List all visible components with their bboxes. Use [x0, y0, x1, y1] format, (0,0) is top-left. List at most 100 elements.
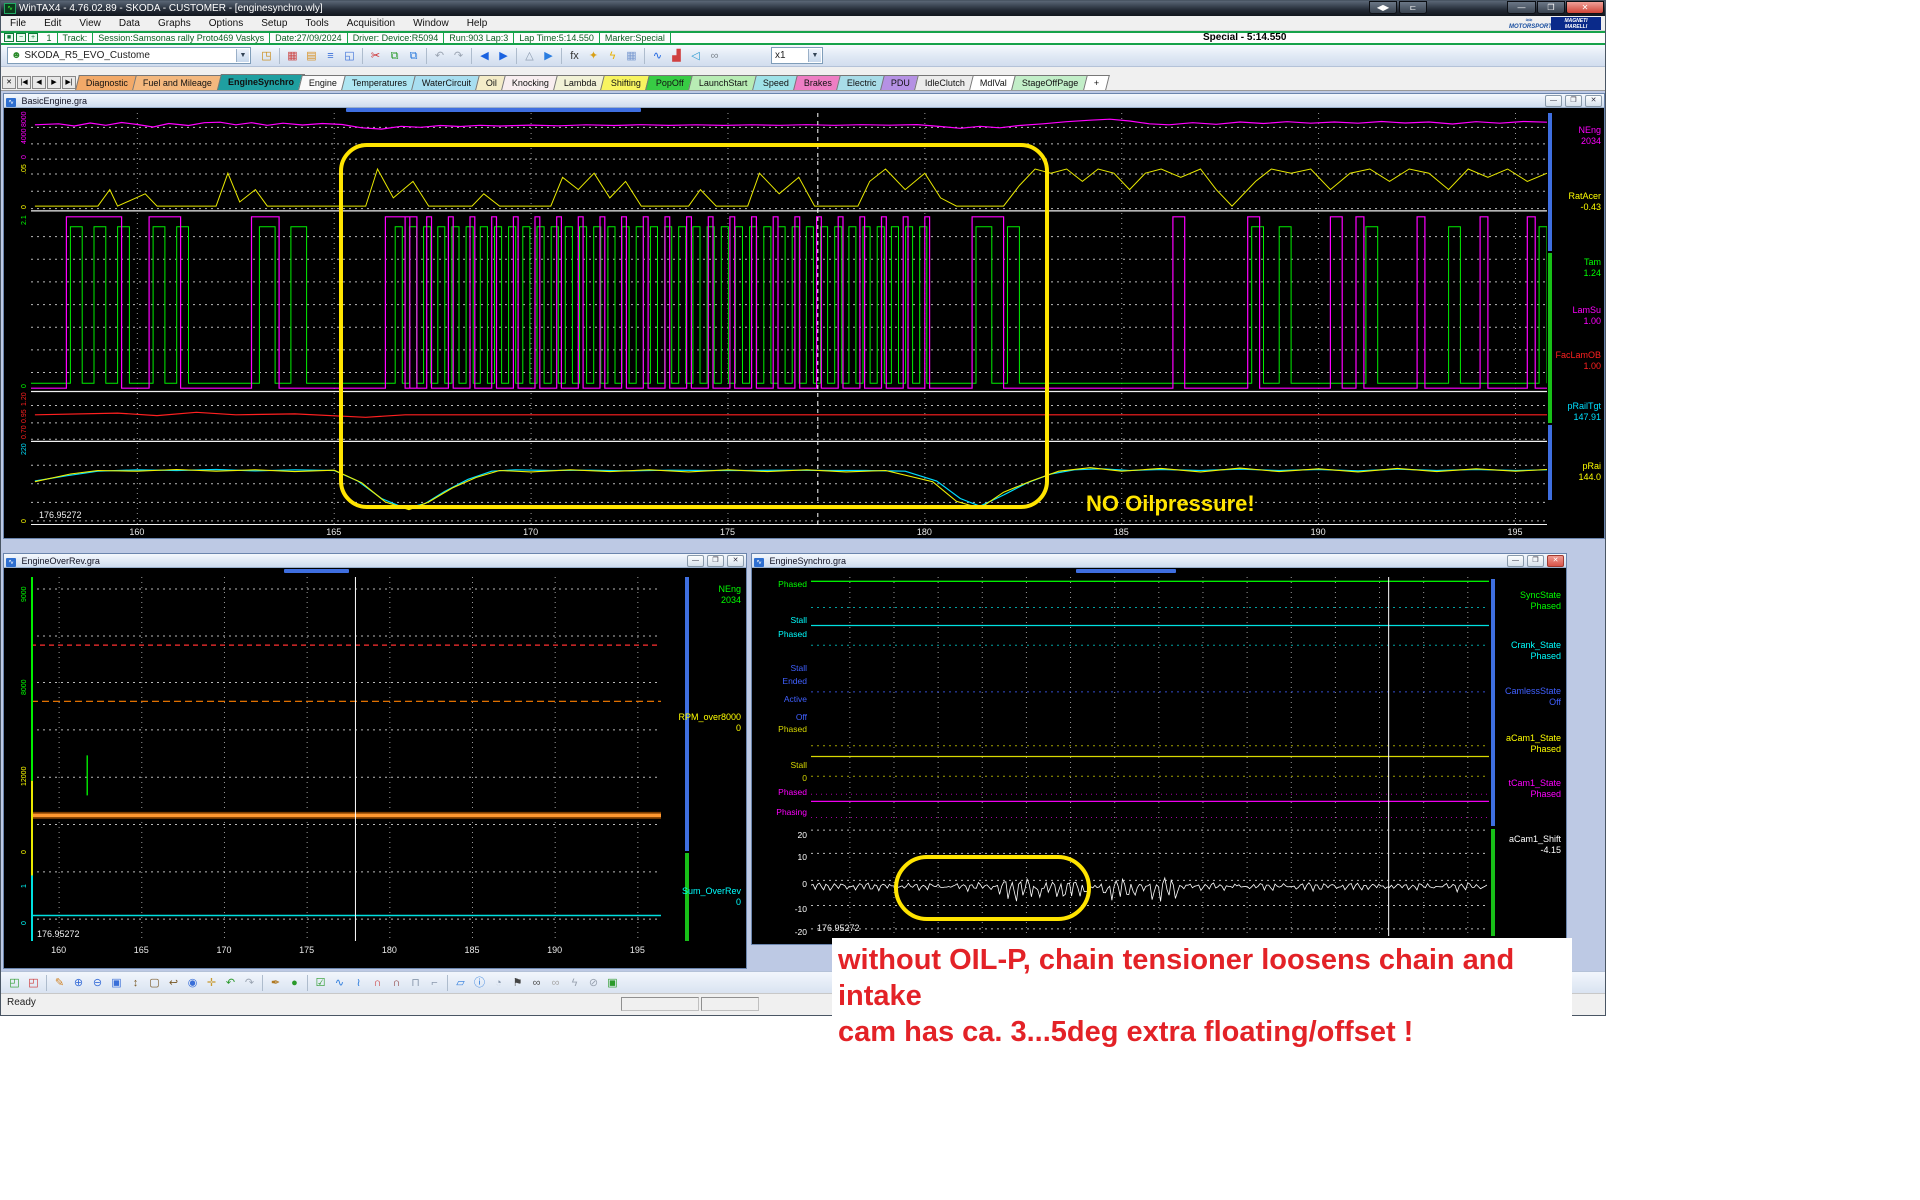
basic-engine-title-bar[interactable]: ∿ BasicEngine.gra — ❐ ✕ [4, 94, 1604, 108]
zoom-previous-icon[interactable]: ↩ [164, 974, 183, 992]
menu-data[interactable]: Data [110, 16, 149, 31]
profile-combo[interactable]: ☻ SKODA_R5_EVO_Custome ▼ [7, 47, 251, 64]
zoom-box-icon[interactable]: ▣ [107, 974, 126, 992]
dock-button[interactable]: ⊏ [1399, 1, 1427, 14]
tab-idleclutch[interactable]: IdleClutch [914, 75, 976, 90]
zoom-region-indicator[interactable] [284, 569, 349, 573]
magnet-icon[interactable]: ∩ [368, 974, 387, 992]
zoom-in-icon[interactable]: ⊕ [69, 974, 88, 992]
point-marker-icon[interactable]: ● [285, 974, 304, 992]
zoom-out-icon[interactable]: ⊖ [88, 974, 107, 992]
step-mode-icon[interactable]: ⊓ [406, 974, 425, 992]
tab-watercircuit[interactable]: WaterCircuit [411, 75, 482, 90]
tab-enginesynchro[interactable]: EngineSynchro [217, 74, 305, 90]
engine-synchro-title-bar[interactable]: ∿ EngineSynchro.gra — ❐ ✕ [752, 554, 1566, 568]
channel-tam[interactable]: Tam1.24 [1583, 257, 1601, 279]
axis-indicator-bar[interactable] [1491, 579, 1495, 826]
tab-launchstart[interactable]: LaunchStart [688, 75, 758, 90]
histogram-icon[interactable]: ▟ [667, 47, 686, 65]
dock-left-right-button[interactable]: ◀▶ [1369, 1, 1397, 14]
tab-nav-button[interactable]: ✕ [2, 76, 16, 89]
data-table-icon[interactable]: ▤ [302, 47, 321, 65]
menu-view[interactable]: View [70, 16, 110, 31]
zoom-window-icon[interactable]: ▢ [145, 974, 164, 992]
export-green2-icon[interactable]: ▣ [603, 974, 622, 992]
channel-syncstate[interactable]: SyncStatePhased [1520, 590, 1561, 612]
speaker-icon[interactable]: ◁ [686, 47, 705, 65]
report-layout-icon[interactable]: ▦ [283, 47, 302, 65]
channel-acam1-state[interactable]: aCam1_StatePhased [1506, 733, 1561, 755]
magnet-alt-icon[interactable]: ∩ [387, 974, 406, 992]
menu-graphs[interactable]: Graphs [149, 16, 200, 31]
axis-indicator-bar[interactable] [1491, 829, 1495, 936]
tab-engine[interactable]: Engine [298, 75, 348, 90]
chart-frame-icon[interactable]: ▱ [451, 974, 470, 992]
info-strip-button[interactable]: ■ [4, 33, 14, 42]
engine-overrev-title-bar[interactable]: ∿ EngineOverRev.gra — ❐ ✕ [4, 554, 746, 568]
tab-nav-button[interactable]: ▶| [62, 76, 76, 89]
cut-icon[interactable]: ✂ [366, 47, 385, 65]
channel-lamsu[interactable]: LamSu1.00 [1572, 305, 1601, 327]
tab-[interactable]: + [1083, 75, 1110, 90]
zoom-region-indicator[interactable] [1076, 569, 1176, 573]
info-strip-button[interactable]: + [28, 33, 38, 42]
axis-indicator-bar[interactable] [1548, 253, 1552, 423]
speed-combo[interactable]: x1 ▼ [771, 47, 823, 64]
redo-arrow-icon[interactable]: ↷ [449, 47, 468, 65]
glasses-icon[interactable]: ∞ [546, 974, 565, 992]
channel-crank-state[interactable]: Crank_StatePhased [1511, 640, 1561, 662]
menu-options[interactable]: Options [200, 16, 252, 31]
menu-file[interactable]: File [1, 16, 35, 31]
window-close-button[interactable]: ✕ [727, 555, 744, 567]
undo-arrow-icon[interactable]: ↶ [430, 47, 449, 65]
window-layout-icon[interactable]: ◱ [340, 47, 359, 65]
channel-rpm-over8000[interactable]: RPM_over80000 [678, 712, 741, 734]
s-curve-icon[interactable]: ∿ [330, 974, 349, 992]
channel-faclamob[interactable]: FacLamOB1.00 [1555, 350, 1601, 372]
grid-sheet-icon[interactable]: ▦ [622, 47, 641, 65]
menu-acquisition[interactable]: Acquisition [338, 16, 404, 31]
minimize-button[interactable]: — [1507, 1, 1536, 14]
key-icon[interactable]: ✦ [584, 47, 603, 65]
window-restore-button[interactable]: ❐ [1527, 555, 1544, 567]
window-minimize-button[interactable]: — [687, 555, 704, 567]
menu-tools[interactable]: Tools [296, 16, 337, 31]
tab-diagnostic[interactable]: Diagnostic [76, 75, 140, 90]
window-restore-button[interactable]: ❐ [1565, 95, 1582, 107]
zoom-vertical-icon[interactable]: ↕ [126, 974, 145, 992]
channel-tcam1-state[interactable]: tCam1_StatePhased [1508, 778, 1561, 800]
copy-icon[interactable]: ⧉ [385, 47, 404, 65]
play-icon[interactable]: ▶ [539, 47, 558, 65]
lightning-gray-icon[interactable]: ϟ [565, 974, 584, 992]
window-close-button[interactable]: ✕ [1585, 95, 1602, 107]
info-strip-button[interactable]: − [16, 33, 26, 42]
chart-engine-overrev[interactable] [31, 577, 661, 941]
search-glasses-icon[interactable]: ∞ [527, 974, 546, 992]
channel-sum-overrev[interactable]: Sum_OverRev0 [682, 886, 741, 908]
channel-acam1-shift[interactable]: aCam1_Shift-4.15 [1509, 834, 1561, 856]
menu-setup[interactable]: Setup [252, 16, 296, 31]
export-window-green-icon[interactable]: ◰ [5, 974, 24, 992]
axis-indicator-bar[interactable] [1548, 425, 1552, 500]
tab-lambda[interactable]: Lambda [553, 75, 607, 90]
menu-edit[interactable]: Edit [35, 16, 70, 31]
next-lap-icon[interactable]: ▶ [494, 47, 513, 65]
tab-fuel-and-mileage[interactable]: Fuel and Mileage [133, 75, 224, 90]
window-close-button[interactable]: ✕ [1547, 555, 1564, 567]
tab-nav-button[interactable]: ◀ [32, 76, 46, 89]
channel-neng[interactable]: NEng2034 [1578, 125, 1601, 147]
menu-window[interactable]: Window [404, 16, 458, 31]
channel-ratacer[interactable]: RatAcer-0.43 [1568, 191, 1601, 213]
tab-brakes[interactable]: Brakes [793, 75, 843, 90]
undo-icon[interactable]: ↶ [221, 974, 240, 992]
brush-icon[interactable]: ✒ [266, 974, 285, 992]
channel-prailtgt[interactable]: pRailTgt147.91 [1567, 401, 1601, 423]
cancel-icon[interactable]: ⊘ [584, 974, 603, 992]
tab-nav-button[interactable]: ▶ [47, 76, 61, 89]
menu-help[interactable]: Help [458, 16, 497, 31]
prev-lap-icon[interactable]: ◀ [475, 47, 494, 65]
channel-camlessstate[interactable]: CamlessStateOff [1505, 686, 1561, 708]
paste-icon[interactable]: ⧉ [404, 47, 423, 65]
tab-nav-button[interactable]: |◀ [17, 76, 31, 89]
tab-knocking[interactable]: Knocking [501, 75, 560, 90]
